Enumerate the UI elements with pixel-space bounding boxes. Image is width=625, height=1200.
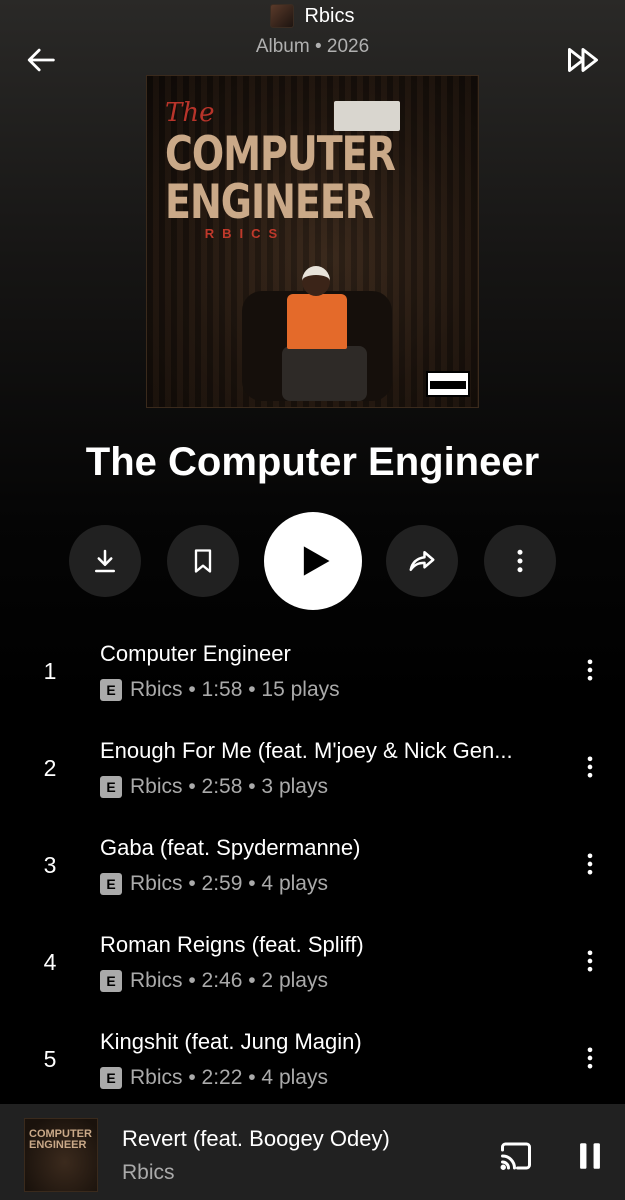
double-chevron-right-icon [568, 48, 598, 72]
track-meta: E Rbics • 1:58 • 15 plays [100, 678, 340, 702]
pause-button[interactable] [570, 1136, 610, 1176]
art-person-head [302, 266, 330, 296]
more-vertical-icon [517, 549, 523, 573]
track-title: Computer Engineer [100, 641, 291, 666]
track-more-button[interactable] [575, 1043, 605, 1073]
more-vertical-icon [587, 853, 593, 875]
track-row[interactable]: 3 Gaba (feat. Spydermanne) E Rbics • 2:5… [0, 835, 625, 932]
track-meta-text: Rbics • 2:59 • 4 plays [130, 872, 328, 895]
now-playing-title: Revert (feat. Boogey Odey) [122, 1126, 390, 1151]
play-album-button[interactable] [264, 512, 362, 610]
cast-icon [500, 1142, 531, 1170]
album-screen: Rbics Album • 2026 The COMPUTER ENGINEER… [0, 0, 625, 1200]
pause-icon [580, 1143, 600, 1169]
download-icon [95, 549, 115, 573]
album-subtitle: Album • 2026 [255, 36, 370, 57]
share-button[interactable] [386, 525, 458, 597]
album-cover-art: The COMPUTER ENGINEER RBICS [146, 75, 479, 408]
track-meta-text: Rbics • 2:22 • 4 plays [130, 1066, 328, 1089]
track-more-button[interactable] [575, 655, 605, 685]
more-options-button[interactable] [484, 525, 556, 597]
now-playing-artist: Rbics [122, 1161, 175, 1184]
track-row[interactable]: 2 Enough For Me (feat. M'joey & Nick Gen… [0, 738, 625, 835]
explicit-badge: E [100, 970, 122, 992]
more-vertical-icon [587, 659, 593, 681]
explicit-badge: E [100, 679, 122, 701]
track-more-button[interactable] [575, 752, 605, 782]
play-icon [303, 546, 330, 576]
art-person [262, 266, 372, 406]
track-title: Enough For Me (feat. M'joey & Nick Gen..… [100, 738, 513, 763]
art-person-vest [287, 294, 347, 349]
download-button[interactable] [69, 525, 141, 597]
art-text-the: The [165, 98, 215, 128]
track-meta-text: Rbics • 1:58 • 15 plays [130, 678, 340, 701]
explicit-badge: E [100, 873, 122, 895]
thumbnail-text: COMPUTER ENGINEER [29, 1128, 92, 1151]
skip-forward-button[interactable] [563, 40, 603, 80]
now-playing-bar[interactable]: COMPUTER ENGINEER Revert (feat. Boogey O… [0, 1104, 625, 1200]
track-title: Roman Reigns (feat. Spliff) [100, 932, 364, 957]
header-artist[interactable]: Rbics [0, 4, 625, 28]
artist-avatar [270, 4, 295, 28]
track-number: 3 [43, 852, 57, 878]
bookmark-icon [194, 549, 212, 573]
track-number: 5 [43, 1046, 57, 1072]
more-vertical-icon [587, 1047, 593, 1069]
track-title: Kingshit (feat. Jung Magin) [100, 1029, 362, 1054]
track-meta: E Rbics • 2:59 • 4 plays [100, 872, 328, 896]
album-title: The Computer Engineer [85, 440, 540, 484]
explicit-badge: E [100, 1067, 122, 1089]
track-number: 1 [43, 658, 57, 684]
track-number: 2 [43, 755, 57, 781]
track-number: 4 [43, 949, 57, 975]
track-meta-text: Rbics • 2:46 • 2 plays [130, 969, 328, 992]
header-artist-name: Rbics [304, 4, 355, 27]
art-text-engineer: ENGINEER [165, 174, 374, 229]
share-icon [409, 551, 435, 571]
parental-advisory-label [426, 371, 470, 397]
more-vertical-icon [587, 950, 593, 972]
now-playing-thumbnail: COMPUTER ENGINEER [24, 1118, 98, 1192]
track-row[interactable]: 4 Roman Reigns (feat. Spliff) E Rbics • … [0, 932, 625, 1029]
track-row[interactable]: 1 Computer Engineer E Rbics • 1:58 • 15 … [0, 641, 625, 738]
explicit-badge: E [100, 776, 122, 798]
track-meta-text: Rbics • 2:58 • 3 plays [130, 775, 328, 798]
album-actions [0, 512, 625, 610]
track-meta: E Rbics • 2:46 • 2 plays [100, 969, 328, 993]
cast-button[interactable] [496, 1136, 536, 1176]
track-more-button[interactable] [575, 849, 605, 879]
more-vertical-icon [587, 756, 593, 778]
art-text-computer: COMPUTER [165, 126, 396, 181]
track-more-button[interactable] [575, 946, 605, 976]
art-person-legs [282, 346, 367, 401]
track-meta: E Rbics • 2:58 • 3 plays [100, 775, 328, 799]
art-text-brand: RBICS [204, 226, 286, 241]
save-to-library-button[interactable] [167, 525, 239, 597]
track-meta: E Rbics • 2:22 • 4 plays [100, 1066, 328, 1090]
track-title: Gaba (feat. Spydermanne) [100, 835, 361, 860]
